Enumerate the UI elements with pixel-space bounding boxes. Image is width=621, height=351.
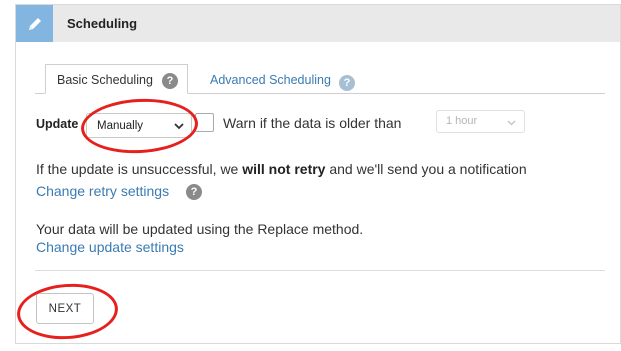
retry-description: If the update is unsuccessful, we will n… <box>36 161 527 177</box>
pencil-icon <box>16 5 53 42</box>
help-icon[interactable]: ? <box>186 184 202 200</box>
tab-advanced-scheduling[interactable]: Advanced Scheduling ? <box>202 65 362 93</box>
help-icon[interactable]: ? <box>162 73 178 89</box>
panel-header: Scheduling <box>16 5 620 42</box>
data-age-select[interactable]: 1 hour <box>436 110 525 133</box>
tab-advanced-label: Advanced Scheduling <box>210 73 331 87</box>
change-retry-settings-link[interactable]: Change retry settings <box>36 183 169 199</box>
update-label: Update <box>36 117 79 131</box>
chevron-down-icon <box>507 120 516 126</box>
warn-label: Warn if the data is older than <box>223 115 402 131</box>
footer-divider <box>35 270 605 271</box>
panel-title: Scheduling <box>67 16 138 31</box>
data-age-value: 1 hour <box>446 115 478 127</box>
retry-emphasis: will not retry <box>242 161 326 177</box>
tab-basic-scheduling[interactable]: Basic Scheduling ? <box>45 64 188 94</box>
tab-basic-label: Basic Scheduling <box>57 73 153 87</box>
update-method-description: Your data will be updated using the Repl… <box>36 221 364 237</box>
help-icon[interactable]: ? <box>339 75 355 91</box>
change-update-settings-link[interactable]: Change update settings <box>36 239 184 255</box>
